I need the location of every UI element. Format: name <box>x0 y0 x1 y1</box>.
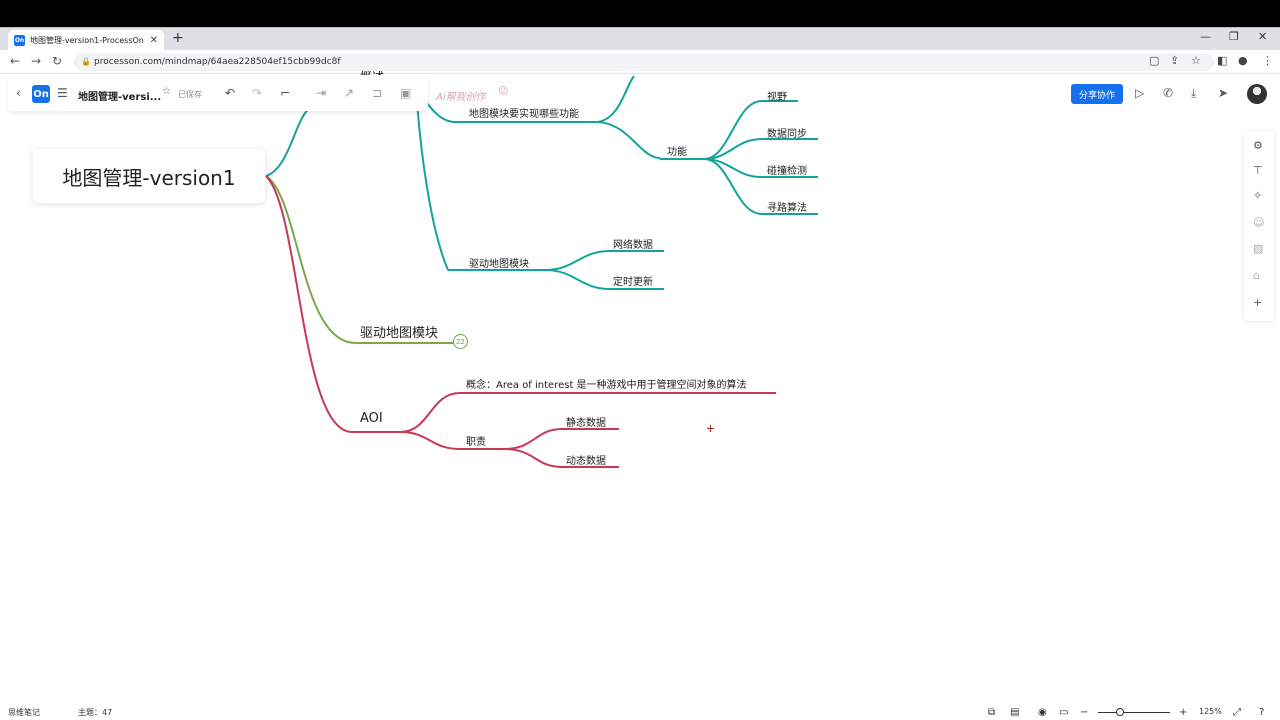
topic-count: 主题：47 <box>78 708 113 717</box>
help-icon[interactable]: ? <box>1259 707 1264 718</box>
toolbar-panel <box>8 75 428 111</box>
back-chevron-icon[interactable]: ‹ <box>16 86 21 100</box>
collapsed-count-badge[interactable]: 22 <box>453 334 468 349</box>
zoom-slider-track[interactable] <box>1098 712 1170 713</box>
topic-func-item[interactable]: 数据同步 <box>767 125 807 140</box>
topic-aoi-duty[interactable]: 职责 <box>466 433 486 448</box>
redo-icon[interactable]: ↷ <box>252 86 262 100</box>
add-icon[interactable]: + <box>1253 296 1262 309</box>
mindmap-canvas[interactable]: 地图管理-version1 概述 地图模块要实现哪些功能 功能 视野 数据同步 … <box>0 28 1280 720</box>
topic-aoi-concept[interactable]: 概念：Area of interest 是一种游戏中用于管理空间对象的算法 <box>466 376 747 391</box>
topic-function[interactable]: 功能 <box>667 143 687 158</box>
present-icon[interactable]: ▷ <box>1135 86 1144 100</box>
crosshair-cursor-icon: + <box>706 422 716 435</box>
root-topic[interactable]: 地图管理-version1 <box>33 149 265 203</box>
send-icon[interactable]: ➤ <box>1218 86 1228 100</box>
format-painter-icon[interactable]: ⌐ <box>280 86 290 100</box>
connector-question-function <box>597 121 661 159</box>
connector-root-aoi <box>265 175 353 433</box>
topic-aoi[interactable]: AOI <box>360 411 383 426</box>
connector-duty-2 <box>503 448 563 468</box>
document-title[interactable]: 地图管理-versi... <box>78 88 161 103</box>
fit-icon[interactable]: ⧉ <box>988 707 995 718</box>
mindmap-connectors <box>265 75 818 468</box>
image-icon[interactable]: ▨ <box>1253 242 1263 255</box>
user-avatar[interactable] <box>1247 84 1267 104</box>
zoom-out-icon[interactable]: − <box>1080 707 1088 718</box>
zoom-slider-knob[interactable] <box>1116 708 1124 716</box>
structure-icon[interactable]: ⊤ <box>1253 164 1263 177</box>
insert-topic-icon[interactable]: ⇥ <box>316 86 326 100</box>
style-settings-icon[interactable]: ⚙ <box>1253 139 1263 152</box>
right-tool-rail: ⚙ ⊤ ✧ ☺ ▨ ⌂ + <box>1244 131 1274 321</box>
connector-aoi-duty <box>399 431 461 450</box>
summary-icon[interactable]: ⊐ <box>372 86 382 100</box>
connector-drive-2 <box>544 269 611 290</box>
ai-create-button[interactable]: Ai帮我创作 <box>436 88 486 103</box>
boundary-icon[interactable]: ▣ <box>400 86 411 100</box>
locate-icon[interactable]: ◉ <box>1038 707 1047 718</box>
call-icon[interactable]: ✆ <box>1163 86 1173 100</box>
share-collab-button[interactable]: 分享协作 <box>1071 84 1123 104</box>
undo-icon[interactable]: ↶ <box>225 86 235 100</box>
app-toolbar: ‹ On ☰ 地图管理-versi... ☆ 已保存 ↶ ↷ ⌐ ⇥ ↗ ⊐ ▣… <box>0 75 1280 115</box>
connector-root-overview <box>265 107 311 177</box>
menu-icon[interactable]: ☰ <box>57 86 68 100</box>
connector-duty-1 <box>503 428 563 450</box>
topic-func-item[interactable]: 寻路算法 <box>767 199 807 214</box>
status-bar: 思维笔记 主题：47 ⧉ ▤ ◉ ▭ − + 125% ⤢ ? <box>0 703 1280 720</box>
outline-icon[interactable]: ▤ <box>1010 707 1019 718</box>
browser-window: On 地图管理-version1-ProcessOn ✕ + — ❐ ✕ ← →… <box>0 27 1280 720</box>
topic-duty-item[interactable]: 静态数据 <box>566 414 606 429</box>
topic-drive-item[interactable]: 网络数据 <box>613 236 653 251</box>
connector-overview-drive-sub <box>415 87 449 271</box>
processon-logo-icon[interactable]: On <box>32 85 50 103</box>
ai-smile-icon[interactable]: ☺ <box>498 86 508 97</box>
favorite-star-icon[interactable]: ☆ <box>162 86 171 97</box>
topic-drive-sub[interactable]: 驱动地图模块 <box>469 255 529 270</box>
connector-aoi-concept <box>399 392 461 433</box>
map-view-icon[interactable]: ▭ <box>1059 707 1068 718</box>
topic-duty-item[interactable]: 动态数据 <box>566 452 606 467</box>
topic-drive-item[interactable]: 定时更新 <box>613 273 653 288</box>
saved-status: 已保存 <box>178 90 202 99</box>
download-icon[interactable]: ⤓ <box>1191 86 1196 101</box>
zoom-in-icon[interactable]: + <box>1179 707 1187 718</box>
topic-drive-main[interactable]: 驱动地图模块 <box>360 322 438 341</box>
relation-line-icon[interactable]: ↗ <box>344 86 354 100</box>
emoji-icon[interactable]: ☺ <box>1253 216 1264 229</box>
fullscreen-icon[interactable]: ⤢ <box>1233 707 1241 718</box>
theme-icon[interactable]: ✧ <box>1253 189 1262 202</box>
mode-switch-label[interactable]: 思维笔记 <box>8 707 40 718</box>
zoom-level: 125% <box>1199 707 1222 716</box>
tag-icon[interactable]: ⌂ <box>1253 269 1260 282</box>
topic-func-item[interactable]: 碰撞检测 <box>767 162 807 177</box>
screen-top-border <box>0 0 1280 27</box>
connector-drive-1 <box>544 250 611 271</box>
